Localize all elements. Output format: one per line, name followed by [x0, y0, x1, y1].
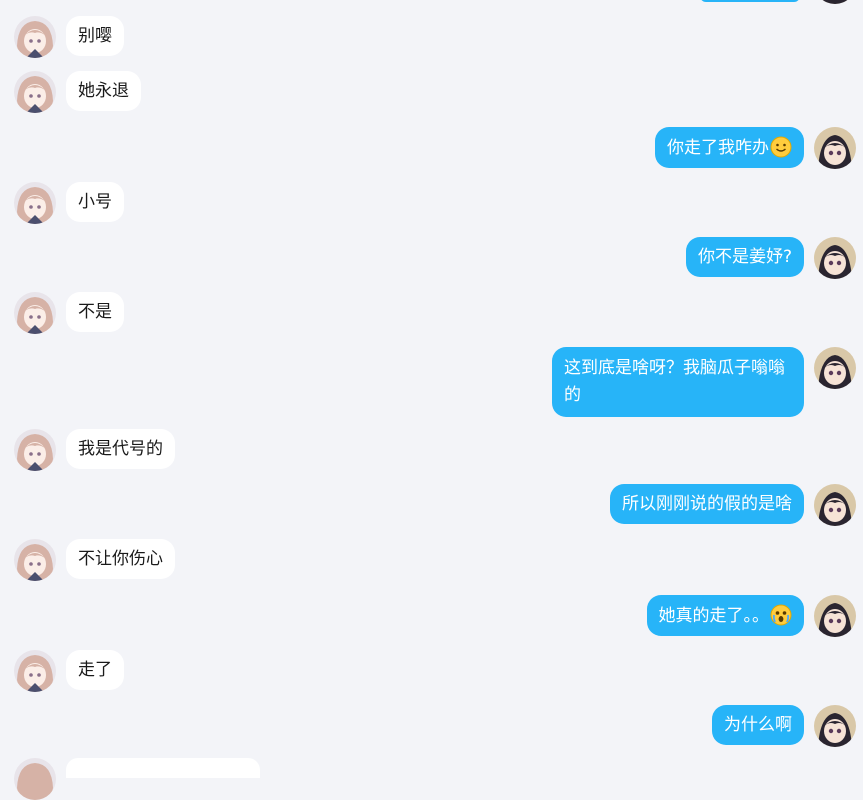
message-bubble[interactable]: 你走了我咋办	[655, 127, 804, 168]
message-bubble[interactable]: 所以刚刚说的假的是啥	[610, 484, 804, 524]
contact-avatar[interactable]	[14, 182, 56, 224]
contact-avatar[interactable]	[14, 16, 56, 58]
message-row-outgoing: 所以刚刚说的假的是啥	[0, 484, 863, 528]
message-row-incoming: 别嘤	[0, 16, 863, 60]
contact-avatar[interactable]	[14, 292, 56, 334]
my-avatar[interactable]	[814, 595, 856, 637]
message-bubble[interactable]: 她永退	[66, 71, 141, 111]
message-row-incoming: 她永退	[0, 71, 863, 115]
message-bubble[interactable]: 我是代号的	[66, 429, 175, 469]
my-avatar[interactable]	[814, 484, 856, 526]
message-text: 她真的走了。。	[658, 606, 770, 626]
contact-avatar[interactable]	[14, 71, 56, 113]
message-row-incoming: 小号	[0, 182, 863, 226]
message-text: 你走了我咋办	[667, 138, 769, 158]
message-row-outgoing: 你不是姜妤?	[0, 237, 863, 281]
chat-thread[interactable]: 别嘤 她永退 你走了我咋办 小号 你不是姜妤? 不是 这到底是啥呀？我脑瓜子嗡嗡…	[0, 0, 863, 800]
my-avatar[interactable]	[814, 127, 856, 169]
message-row-incoming: 不让你伤心	[0, 539, 863, 583]
message-bubble[interactable]: 她真的走了。。	[646, 595, 804, 636]
contact-avatar[interactable]	[14, 539, 56, 581]
contact-avatar[interactable]	[14, 650, 56, 692]
my-avatar[interactable]	[814, 705, 856, 747]
my-avatar[interactable]	[814, 0, 856, 4]
message-row-outgoing: 她真的走了。。	[0, 595, 863, 639]
message-bubble[interactable]: 不让你伤心	[66, 539, 175, 579]
message-row-outgoing: 为什么啊	[0, 705, 863, 749]
smile-emoji-icon	[770, 136, 792, 158]
message-bubble-partial[interactable]	[66, 758, 260, 778]
message-row-incoming: 走了	[0, 650, 863, 694]
contact-avatar[interactable]	[14, 758, 56, 800]
crying-emoji-icon	[770, 604, 792, 626]
message-row-outgoing: 你走了我咋办	[0, 127, 863, 171]
message-bubble-partial[interactable]	[700, 0, 800, 2]
message-row-outgoing: 这到底是啥呀？我脑瓜子嗡嗡的	[0, 347, 863, 417]
message-row-incoming: 不是	[0, 292, 863, 336]
contact-avatar[interactable]	[14, 429, 56, 471]
message-bubble[interactable]: 不是	[66, 292, 124, 332]
message-bubble[interactable]: 你不是姜妤?	[685, 237, 804, 277]
message-bubble[interactable]: 为什么啊	[712, 705, 804, 745]
message-bubble[interactable]: 这到底是啥呀？我脑瓜子嗡嗡的	[552, 347, 804, 417]
message-bubble[interactable]: 小号	[66, 182, 124, 222]
message-bubble[interactable]: 走了	[66, 650, 124, 690]
message-row-incoming: 我是代号的	[0, 429, 863, 473]
message-bubble[interactable]: 别嘤	[66, 16, 124, 56]
my-avatar[interactable]	[814, 237, 856, 279]
my-avatar[interactable]	[814, 347, 856, 389]
